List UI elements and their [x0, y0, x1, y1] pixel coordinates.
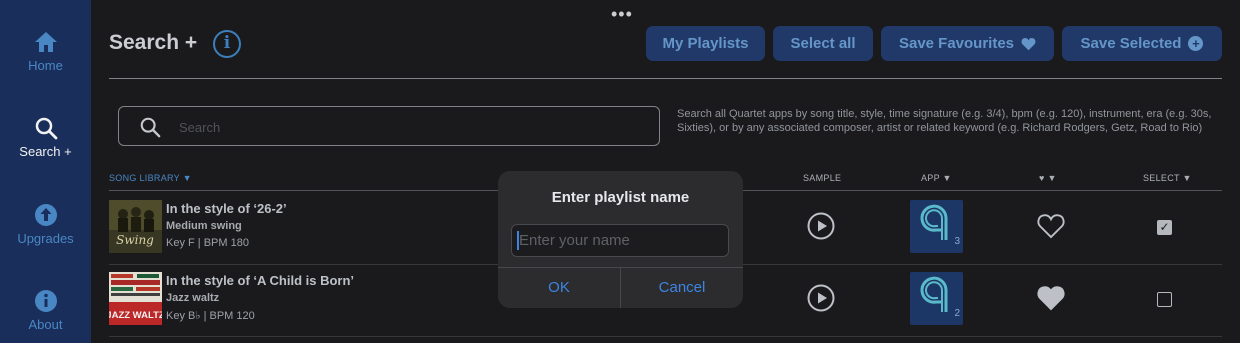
playlist-name-input[interactable]: [511, 224, 729, 257]
playlist-name-dialog: Enter playlist name OK Cancel: [498, 171, 743, 308]
dialog-title: Enter playlist name: [551, 189, 690, 206]
cancel-button[interactable]: Cancel: [621, 268, 743, 308]
text-caret: [517, 231, 519, 250]
app-window: Home Search + Upgrades About ••• Search …: [0, 0, 1240, 343]
ok-button[interactable]: OK: [498, 268, 620, 308]
